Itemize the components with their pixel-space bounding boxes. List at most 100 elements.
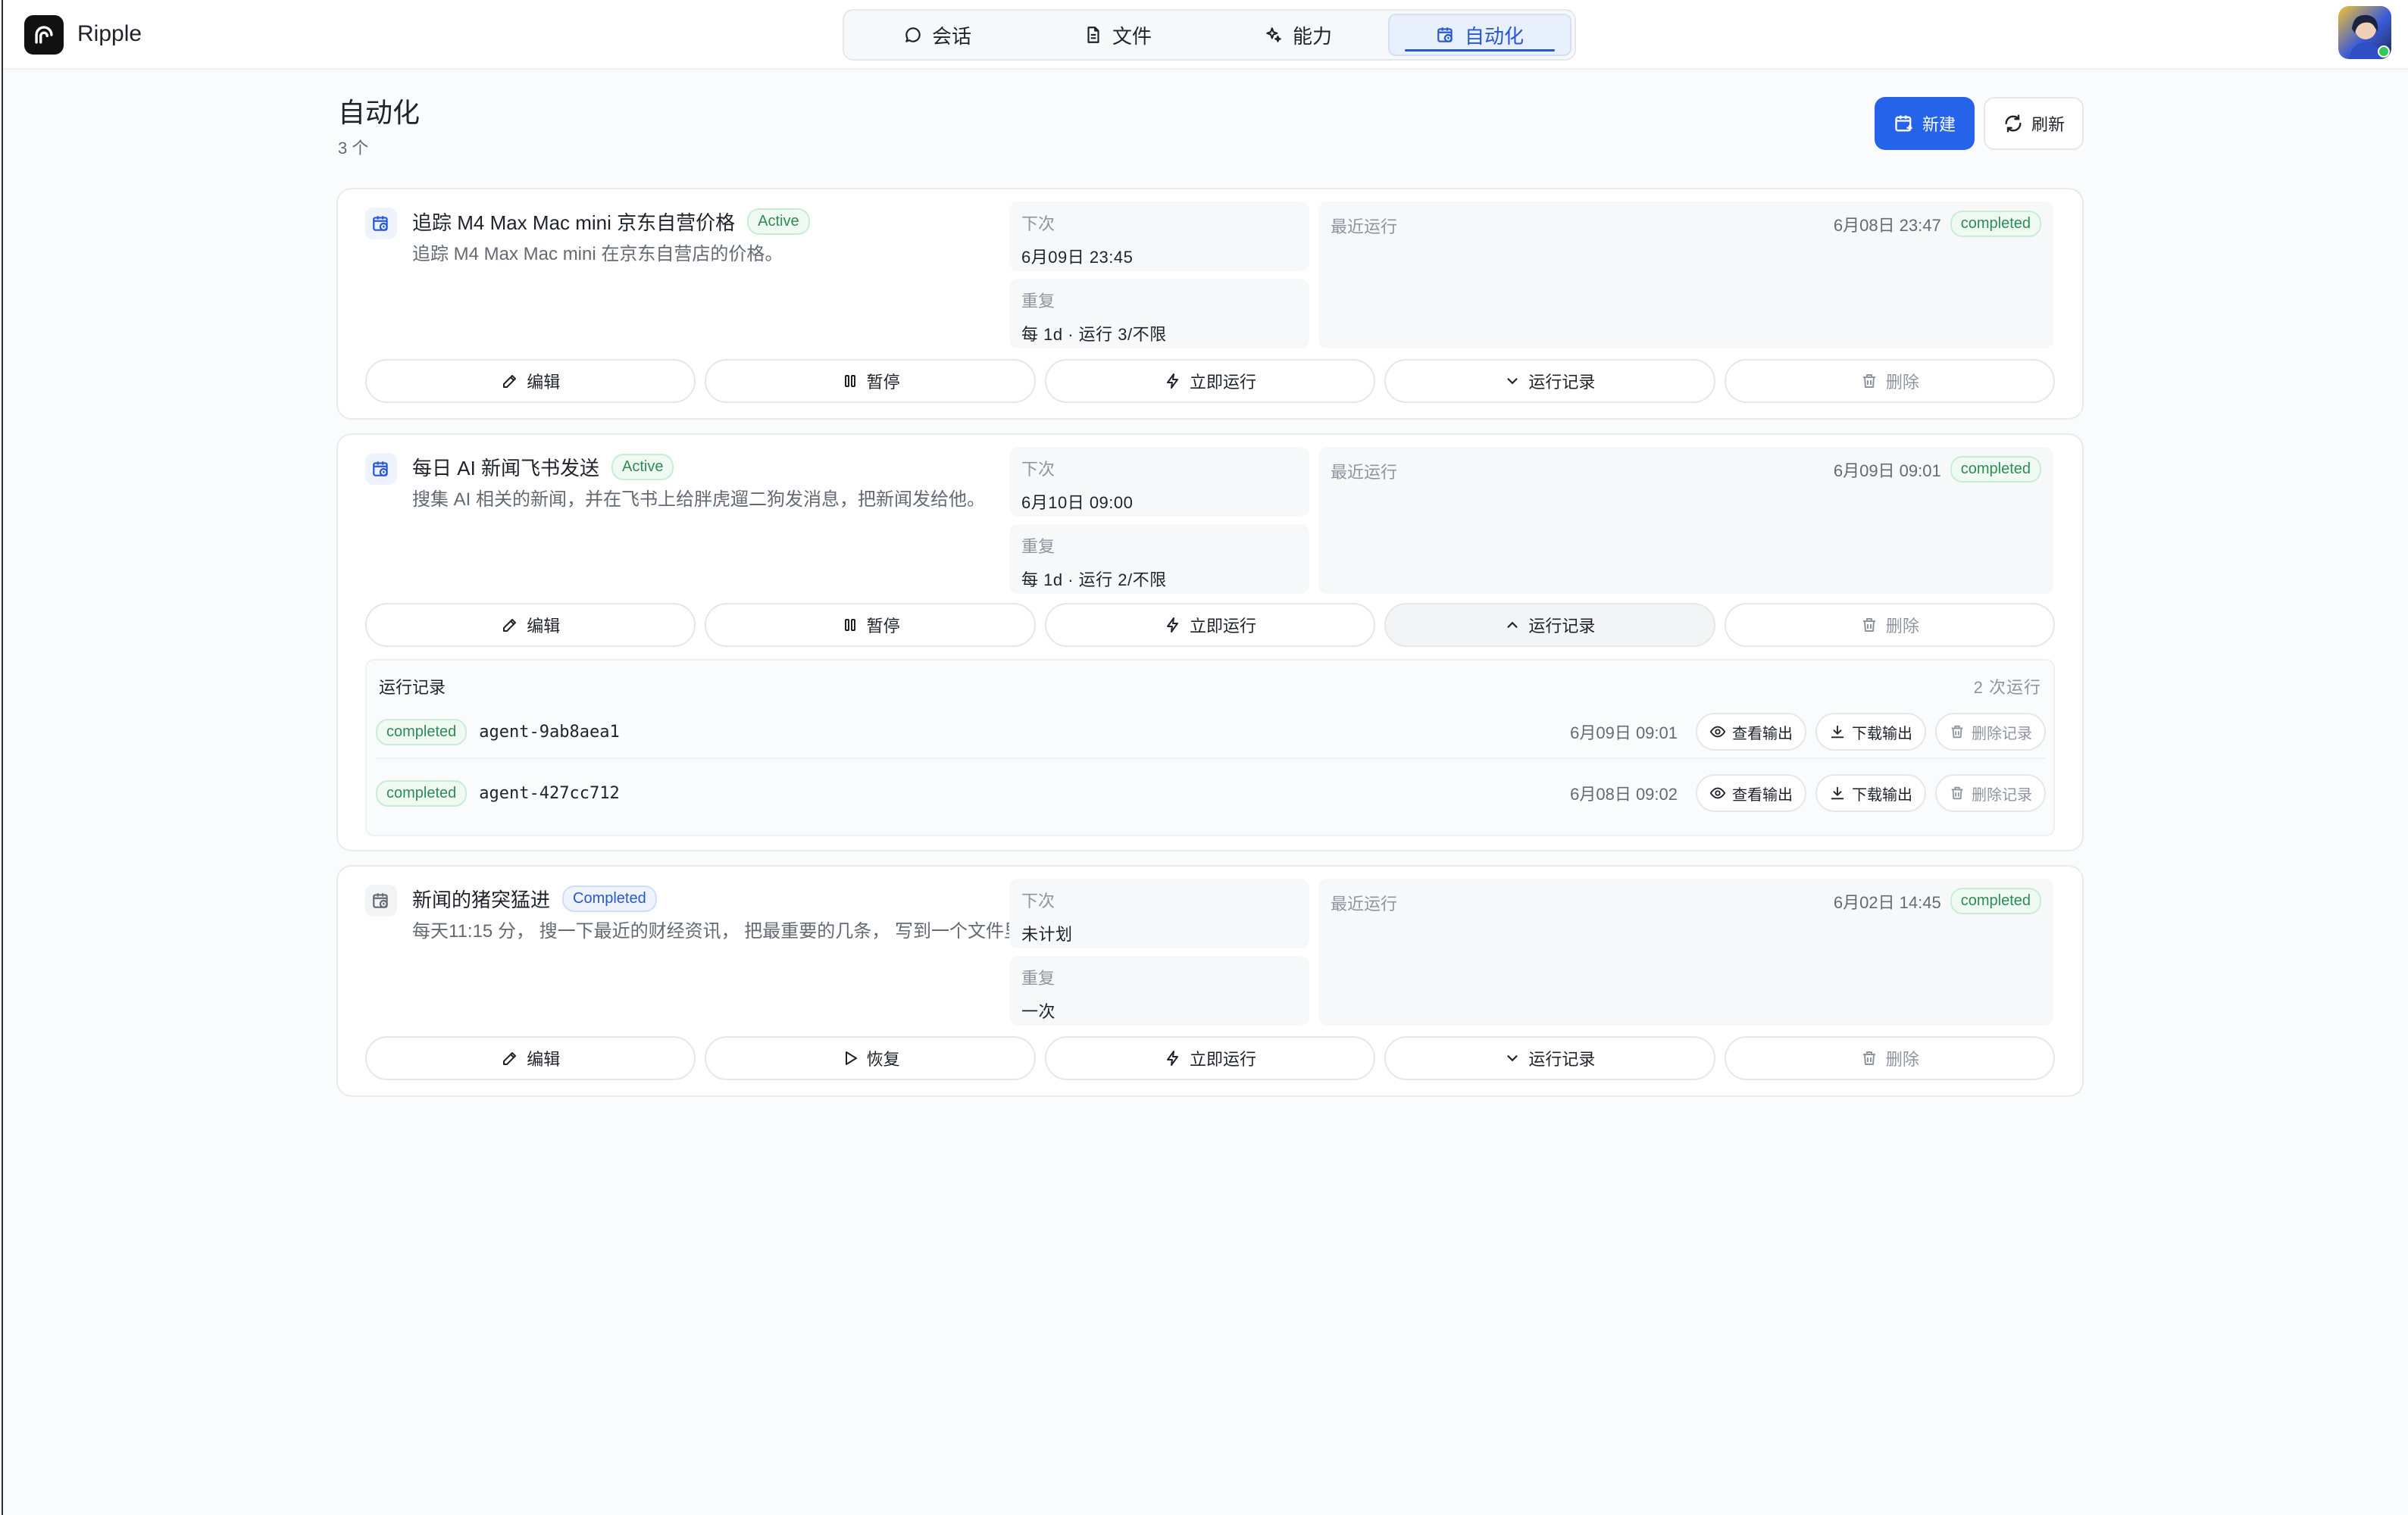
run-records-toggle[interactable]: 运行记录 bbox=[1384, 603, 1715, 647]
view-output-button[interactable]: 查看输出 bbox=[1696, 774, 1806, 812]
run-now-button[interactable]: 立即运行 bbox=[1044, 1036, 1376, 1080]
user-avatar[interactable] bbox=[2338, 6, 2391, 59]
tab-abilities[interactable]: 能力 bbox=[1208, 14, 1388, 56]
download-icon bbox=[1829, 723, 1846, 740]
next-run-value: 6月10日 09:00 bbox=[1021, 493, 1134, 512]
automation-title-text: 追踪 M4 Max Mac mini 京东自营价格 bbox=[412, 211, 736, 234]
run-now-label: 立即运行 bbox=[1190, 373, 1257, 392]
refresh-button[interactable]: 刷新 bbox=[1984, 97, 2084, 150]
online-status-dot bbox=[2378, 45, 2390, 58]
edit-button[interactable]: 编辑 bbox=[365, 603, 696, 647]
run-records-toggle[interactable]: 运行记录 bbox=[1384, 1036, 1715, 1080]
refresh-label: 刷新 bbox=[2031, 115, 2065, 134]
next-run-value: 6月09日 23:45 bbox=[1021, 248, 1134, 267]
run-status-badge: completed bbox=[376, 718, 468, 745]
action-bar: 编辑 暂停 立即运行 运行记录 删除 bbox=[365, 603, 2056, 647]
automation-title-text: 每日 AI 新闻飞书发送 bbox=[412, 457, 600, 479]
repeat-box: 重复 每 1d · 运行 2/不限 bbox=[1009, 524, 1309, 594]
run-now-button[interactable]: 立即运行 bbox=[1044, 603, 1376, 647]
download-output-button[interactable]: 下载输出 bbox=[1815, 774, 1926, 812]
run-time: 6月09日 09:01 bbox=[1570, 723, 1678, 742]
last-run-info: 6月09日 09:01 completed bbox=[1834, 456, 2041, 483]
delete-record-label: 删除记录 bbox=[1972, 786, 2032, 804]
pause-button[interactable]: 暂停 bbox=[705, 359, 1036, 403]
run-records-label: 运行记录 bbox=[1528, 1050, 1596, 1069]
run-record-row: completed agent-9ab8aea1 6月09日 09:01 查看输… bbox=[376, 706, 2046, 759]
delete-label: 删除 bbox=[1885, 1050, 1919, 1069]
sparkles-icon bbox=[1264, 25, 1284, 45]
next-run-label: 下次 bbox=[1021, 892, 1055, 911]
delete-record-button[interactable]: 删除记录 bbox=[1935, 774, 2046, 812]
calendar-clock-icon bbox=[365, 453, 397, 485]
run-records-label: 运行记录 bbox=[1528, 617, 1596, 636]
new-automation-button[interactable]: 新建 bbox=[1875, 97, 1975, 150]
automation-card: 每日 AI 新闻飞书发送 Active 搜集 AI 相关的新闻，并在飞书上给胖虎… bbox=[336, 433, 2084, 851]
app-window: Ripple 会话 文件 能力 自动化 自动化 3 个 新建 刷新 追踪 M4 … bbox=[2, 0, 2408, 1515]
status-badge: Active bbox=[611, 454, 674, 480]
delete-record-button[interactable]: 删除记录 bbox=[1935, 713, 2046, 751]
app-name: Ripple bbox=[77, 21, 142, 46]
repeat-label: 重复 bbox=[1021, 292, 1055, 311]
repeat-box: 重复 每 1d · 运行 3/不限 bbox=[1009, 279, 1309, 348]
last-run-label: 最近运行 bbox=[1331, 217, 1398, 236]
download-output-button[interactable]: 下载输出 bbox=[1815, 713, 1926, 751]
repeat-label: 重复 bbox=[1021, 537, 1055, 556]
delete-button[interactable]: 删除 bbox=[1724, 359, 2056, 403]
automation-title: 追踪 M4 Max Mac mini 京东自营价格 Active bbox=[412, 208, 810, 236]
run-records-label: 运行记录 bbox=[1528, 373, 1596, 392]
last-run-box: 最近运行 6月08日 23:47 completed bbox=[1318, 201, 2053, 348]
delete-label: 删除 bbox=[1885, 617, 1919, 636]
run-now-label: 立即运行 bbox=[1190, 1050, 1257, 1069]
resume-button[interactable]: 恢复 bbox=[705, 1036, 1036, 1080]
delete-button[interactable]: 删除 bbox=[1724, 1036, 2056, 1080]
ripple-logo-icon[interactable] bbox=[24, 15, 64, 55]
new-automation-label: 新建 bbox=[1922, 115, 1956, 134]
status-badge: Completed bbox=[562, 886, 657, 912]
tab-chat[interactable]: 会话 bbox=[847, 14, 1027, 56]
pencil-icon bbox=[501, 616, 519, 634]
lightning-icon bbox=[1164, 372, 1182, 390]
next-run-box: 下次 6月10日 09:00 bbox=[1009, 447, 1309, 517]
pause-label: 暂停 bbox=[866, 617, 900, 636]
chat-bubble-icon bbox=[903, 25, 923, 45]
document-icon bbox=[1084, 25, 1103, 45]
delete-button[interactable]: 删除 bbox=[1724, 603, 2056, 647]
run-agent-id: agent-427cc712 bbox=[479, 783, 620, 803]
run-now-button[interactable]: 立即运行 bbox=[1044, 359, 1376, 403]
last-run-info: 6月02日 14:45 completed bbox=[1834, 888, 2041, 914]
action-bar: 编辑 恢复 立即运行 运行记录 删除 bbox=[365, 1036, 2056, 1080]
action-bar: 编辑 暂停 立即运行 运行记录 删除 bbox=[365, 359, 2056, 403]
repeat-value: 一次 bbox=[1021, 1002, 1056, 1021]
run-status-badge: completed bbox=[376, 779, 468, 807]
next-run-label: 下次 bbox=[1021, 460, 1055, 479]
last-run-status-badge: completed bbox=[1950, 456, 2041, 483]
trash-icon bbox=[1860, 616, 1878, 634]
edit-button[interactable]: 编辑 bbox=[365, 359, 696, 403]
trash-icon bbox=[1949, 785, 1965, 801]
run-records-count: 2 次运行 bbox=[1973, 678, 2041, 697]
tab-files[interactable]: 文件 bbox=[1027, 14, 1208, 56]
pencil-icon bbox=[501, 1049, 519, 1067]
tab-automation[interactable]: 自动化 bbox=[1388, 14, 1571, 56]
tab-files-label: 文件 bbox=[1112, 24, 1152, 48]
last-run-time: 6月09日 09:01 bbox=[1833, 461, 1941, 480]
download-icon bbox=[1829, 785, 1846, 801]
page-title: 自动化 bbox=[338, 97, 421, 128]
view-output-label: 查看输出 bbox=[1732, 786, 1793, 804]
delete-label: 删除 bbox=[1885, 373, 1919, 392]
view-output-button[interactable]: 查看输出 bbox=[1696, 713, 1806, 751]
run-time: 6月08日 09:02 bbox=[1570, 785, 1678, 804]
pause-button[interactable]: 暂停 bbox=[705, 603, 1036, 647]
run-now-label: 立即运行 bbox=[1190, 617, 1257, 636]
calendar-clock-icon bbox=[1436, 25, 1456, 45]
next-run-label: 下次 bbox=[1021, 214, 1055, 233]
eye-icon bbox=[1709, 723, 1726, 740]
eye-icon bbox=[1709, 785, 1726, 801]
automation-title: 每日 AI 新闻飞书发送 Active bbox=[412, 453, 674, 481]
calendar-plus-icon bbox=[1894, 113, 1915, 134]
last-run-time: 6月08日 23:47 bbox=[1833, 215, 1941, 235]
edit-button[interactable]: 编辑 bbox=[365, 1036, 696, 1080]
tab-abilities-label: 能力 bbox=[1292, 24, 1332, 48]
top-bar: Ripple 会话 文件 能力 自动化 bbox=[3, 0, 2408, 70]
run-records-toggle[interactable]: 运行记录 bbox=[1384, 359, 1715, 403]
